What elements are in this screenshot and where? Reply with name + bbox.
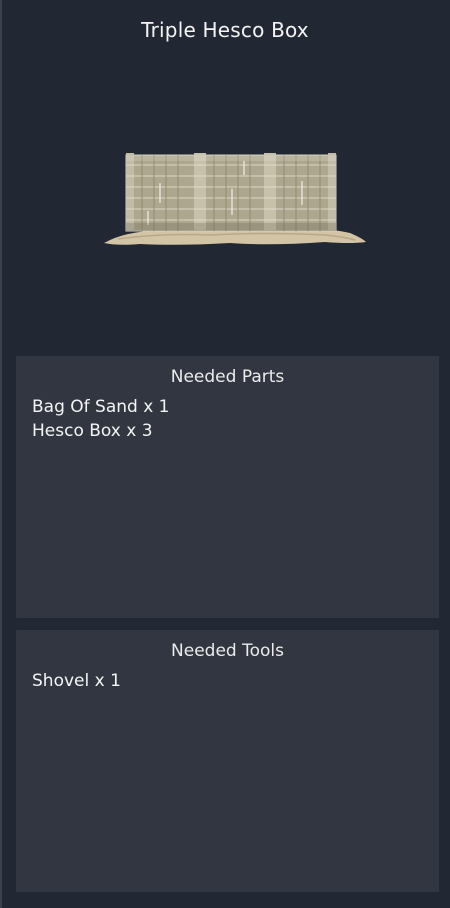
- window-edge: [0, 0, 2, 908]
- needed-tools-list: Shovel x 1: [32, 669, 439, 693]
- needed-parts-title: Needed Parts: [170, 367, 285, 387]
- hesco-barrier-model-icon: [104, 153, 366, 245]
- list-item: Bag Of Sand x 1: [32, 397, 170, 417]
- needed-tools-panel: Needed Tools Shovel x 1: [16, 630, 439, 892]
- list-item: Shovel x 1: [32, 671, 121, 691]
- needed-parts-list: Bag Of Sand x 1 Hesco Box x 3: [32, 395, 439, 443]
- item-title: Triple Hesco Box: [141, 18, 309, 42]
- needed-tools-title: Needed Tools: [171, 641, 284, 661]
- list-item: Hesco Box x 3: [32, 421, 153, 441]
- needed-parts-panel: Needed Parts Bag Of Sand x 1 Hesco Box x…: [16, 356, 439, 618]
